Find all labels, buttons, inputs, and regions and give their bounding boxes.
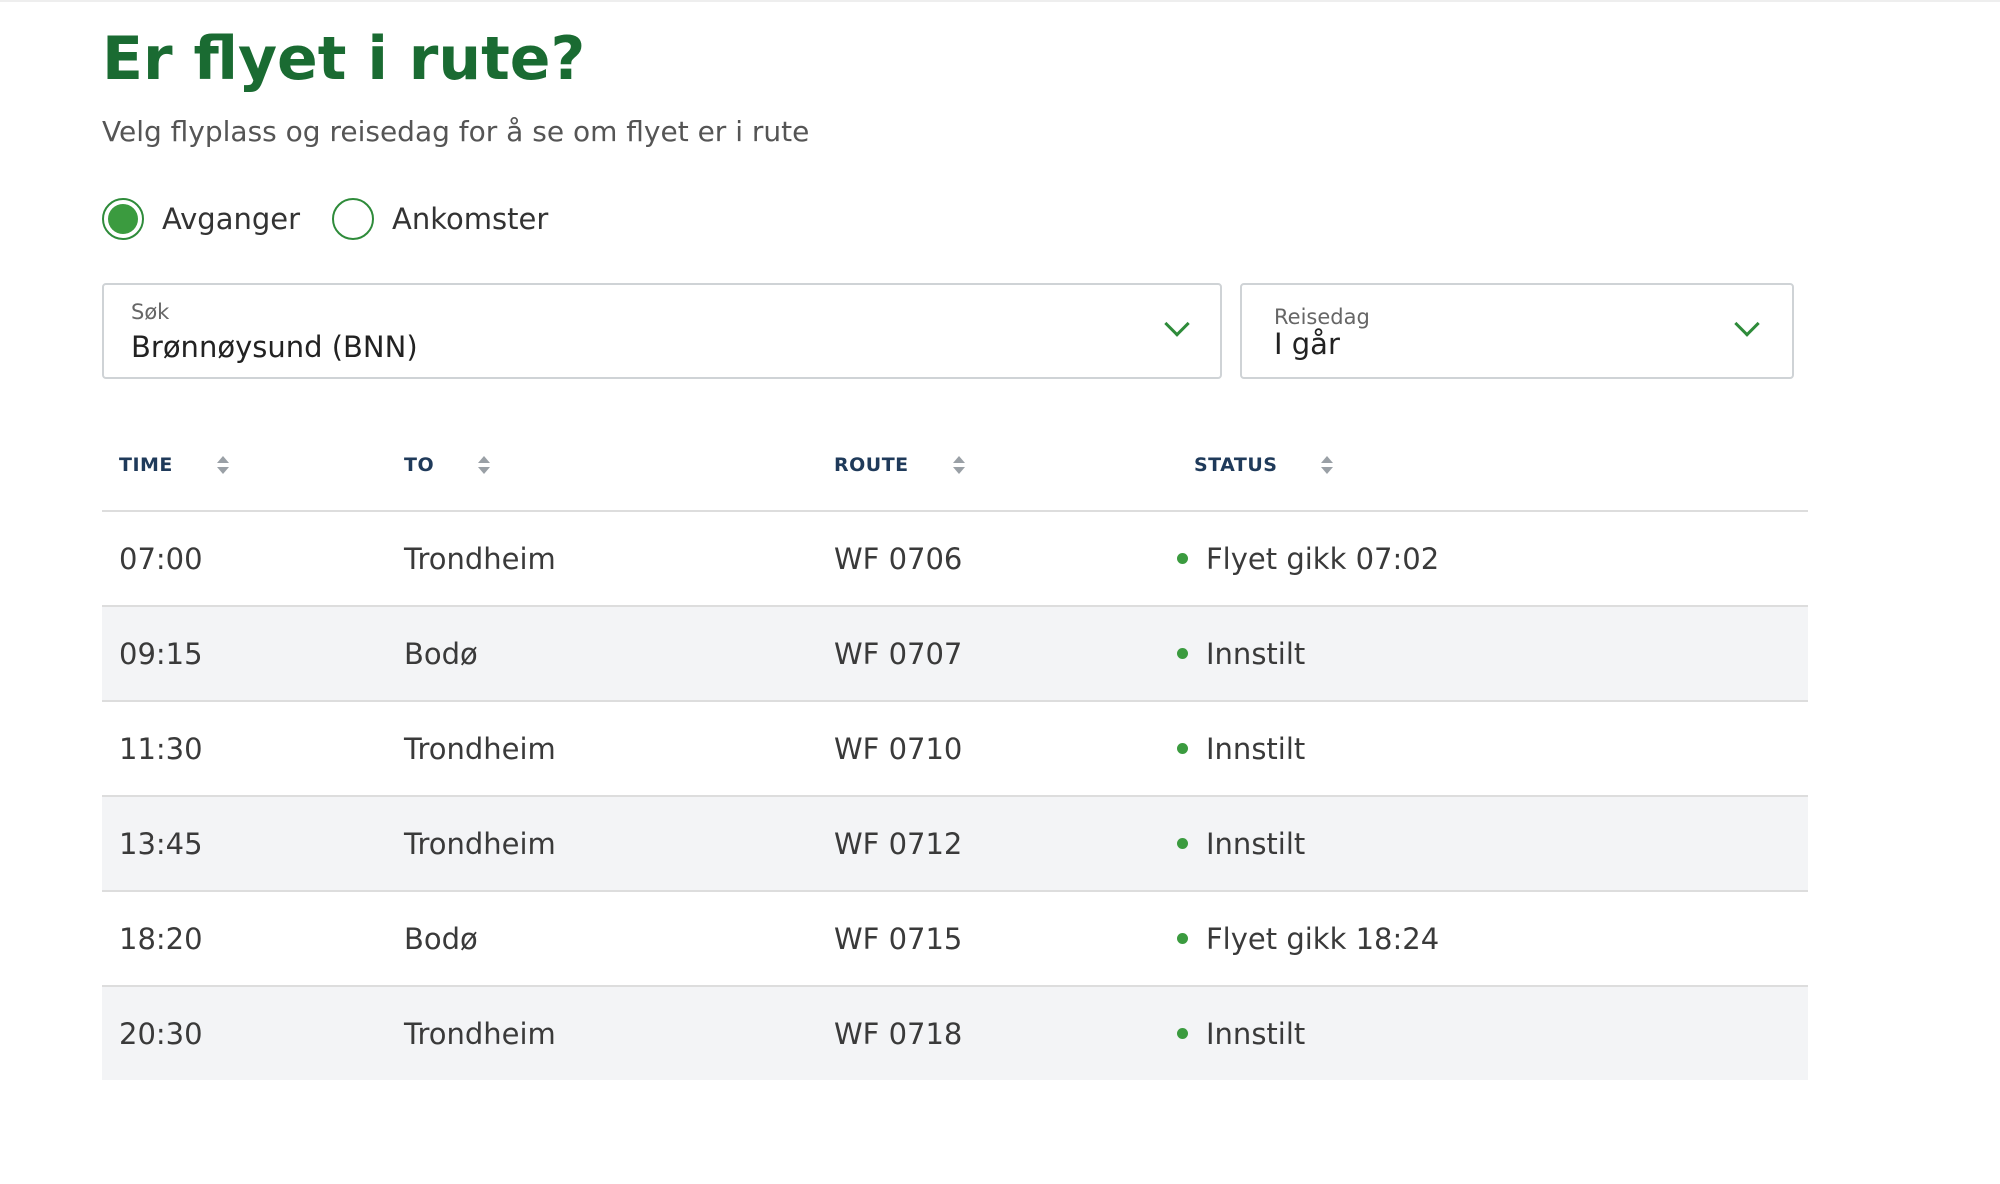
airport-search-label: Søk — [131, 300, 170, 324]
page-title: Er flyet i rute? — [102, 24, 586, 94]
status-dot-icon — [1177, 553, 1188, 564]
status-text: Flyet gikk 07:02 — [1206, 541, 1440, 576]
travel-date-label: Reisedag — [1274, 305, 1370, 329]
status-text: Innstilt — [1206, 1016, 1306, 1051]
cell-time: 11:30 — [102, 701, 404, 797]
column-header-status[interactable]: STATUS — [1194, 420, 1808, 512]
cell-time: 09:15 — [102, 606, 404, 702]
cell-status: Innstilt — [1177, 606, 1808, 702]
cell-route: WF 0706 — [834, 511, 1194, 607]
direction-radio-group: Avganger Ankomster — [102, 196, 580, 242]
sort-icon[interactable] — [216, 456, 229, 474]
column-header-route-label: ROUTE — [834, 454, 909, 476]
cell-destination: Trondheim — [404, 511, 834, 607]
cell-time: 18:20 — [102, 891, 404, 987]
table-header-row: TIME TO ROUTE STATUS — [102, 420, 1808, 512]
table-row: 11:30 Trondheim WF 0710 Innstilt — [102, 701, 1808, 797]
table-row: 07:00 Trondheim WF 0706 Flyet gikk 07:02 — [102, 511, 1808, 607]
chevron-down-icon[interactable] — [1734, 311, 1760, 337]
chevron-down-icon[interactable] — [1164, 311, 1190, 337]
column-header-to-label: TO — [404, 454, 435, 476]
radio-departures-label: Avganger — [162, 202, 301, 236]
status-text: Innstilt — [1206, 731, 1306, 766]
cell-status: Innstilt — [1177, 796, 1808, 892]
status-dot-icon — [1177, 933, 1188, 944]
airport-search-value[interactable]: Brønnøysund (BNN) — [131, 330, 418, 364]
status-dot-icon — [1177, 1028, 1188, 1039]
radio-arrivals-circle[interactable] — [332, 198, 375, 240]
status-text: Innstilt — [1206, 636, 1306, 671]
cell-time: 07:00 — [102, 511, 404, 607]
flights-table: TIME TO ROUTE STATUS 07:00 Trondheim WF … — [102, 420, 1808, 1080]
table-row: 13:45 Trondheim WF 0712 Innstilt — [102, 796, 1808, 892]
radio-departures[interactable]: Avganger — [102, 198, 300, 240]
column-header-time[interactable]: TIME — [102, 420, 404, 512]
cell-route: WF 0712 — [834, 796, 1194, 892]
cell-status: Innstilt — [1177, 986, 1808, 1080]
status-dot-icon — [1177, 743, 1188, 754]
travel-date-select[interactable]: Reisedag I går — [1240, 283, 1794, 379]
column-header-route[interactable]: ROUTE — [834, 420, 1194, 512]
status-text: Innstilt — [1206, 826, 1306, 861]
cell-destination: Bodø — [404, 606, 834, 702]
sort-icon[interactable] — [952, 456, 965, 474]
status-dot-icon — [1177, 838, 1188, 849]
travel-date-value[interactable]: I går — [1274, 327, 1340, 361]
column-header-status-label: STATUS — [1194, 454, 1278, 476]
table-row: 20:30 Trondheim WF 0718 Innstilt — [102, 986, 1808, 1080]
sort-icon[interactable] — [1321, 456, 1334, 474]
cell-status: Flyet gikk 18:24 — [1177, 891, 1808, 987]
cell-destination: Trondheim — [404, 796, 834, 892]
radio-selected-dot — [108, 204, 138, 234]
sort-icon[interactable] — [478, 456, 491, 474]
airport-search-select[interactable]: Søk Brønnøysund (BNN) — [102, 283, 1222, 379]
cell-status: Flyet gikk 07:02 — [1177, 511, 1808, 607]
cell-destination: Bodø — [404, 891, 834, 987]
status-dot-icon — [1177, 648, 1188, 659]
page-subtitle: Velg flyplass og reisedag for å se om fl… — [102, 115, 810, 148]
top-divider — [0, 0, 2000, 2]
table-row: 18:20 Bodø WF 0715 Flyet gikk 18:24 — [102, 891, 1808, 987]
column-header-time-label: TIME — [119, 454, 173, 476]
status-text: Flyet gikk 18:24 — [1206, 921, 1440, 956]
radio-departures-circle[interactable] — [102, 198, 144, 240]
cell-destination: Trondheim — [404, 986, 834, 1080]
table-row: 09:15 Bodø WF 0707 Innstilt — [102, 606, 1808, 702]
column-header-to[interactable]: TO — [404, 420, 834, 512]
radio-arrivals-label: Ankomster — [392, 202, 549, 236]
cell-destination: Trondheim — [404, 701, 834, 797]
cell-route: WF 0707 — [834, 606, 1194, 702]
cell-route: WF 0718 — [834, 986, 1194, 1080]
cell-status: Innstilt — [1177, 701, 1808, 797]
cell-time: 20:30 — [102, 986, 404, 1080]
cell-route: WF 0715 — [834, 891, 1194, 987]
cell-route: WF 0710 — [834, 701, 1194, 797]
radio-arrivals[interactable]: Ankomster — [332, 198, 548, 240]
cell-time: 13:45 — [102, 796, 404, 892]
